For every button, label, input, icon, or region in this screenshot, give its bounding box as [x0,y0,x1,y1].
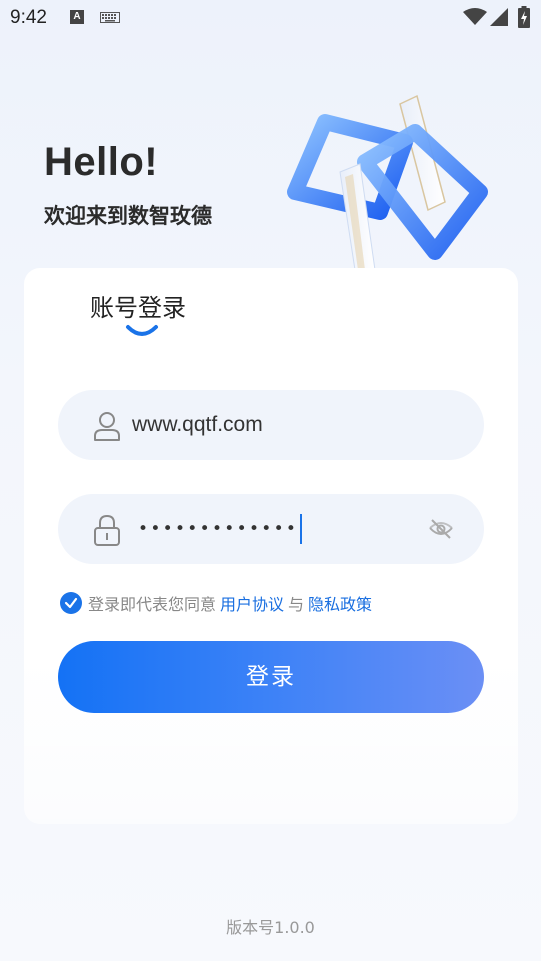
agreement-checkbox[interactable] [60,592,82,614]
user-icon [94,412,120,441]
user-agreement-link[interactable]: 用户协议 [220,591,284,615]
agreement-and: 与 [288,595,305,614]
eye-off-icon[interactable] [428,516,454,542]
version-label: 版本号1.0.0 [226,918,315,937]
agreement-row: 登录即代表您同意 用户协议 与 隐私政策 [60,590,376,616]
password-field[interactable]: ••••••••••••• [58,494,484,564]
signal-icon [490,8,508,26]
status-bar: 9:42 A [0,0,541,36]
tab-account-login[interactable]: 账号登录 [90,288,186,323]
lock-icon [94,514,120,546]
agreement-text: 登录即代表您同意 [88,595,217,614]
battery-icon [518,6,530,28]
status-time: 9:42 [10,7,47,28]
account-input[interactable]: www.qqtf.com [132,390,263,460]
keyboard-icon [100,12,120,23]
hero-illustration [287,94,488,271]
wifi-icon [463,8,487,25]
tab-active-indicator [126,325,158,336]
greeting-title: Hello! [44,140,159,184]
welcome-subtitle: 欢迎来到数智玫德 [44,204,212,228]
password-masked-value: ••••••••••••• [138,519,299,539]
a-icon: A [70,10,84,24]
privacy-policy-link[interactable]: 隐私政策 [308,591,372,615]
text-caret [300,514,303,544]
account-field[interactable]: www.qqtf.com [58,390,484,460]
login-card: 账号登录 www.qqtf.com ••••••••••••• 登录即代表您同意… [24,268,518,824]
check-icon [64,597,78,609]
login-button[interactable]: 登录 [58,641,484,713]
password-input[interactable]: ••••••••••••• [138,494,303,564]
